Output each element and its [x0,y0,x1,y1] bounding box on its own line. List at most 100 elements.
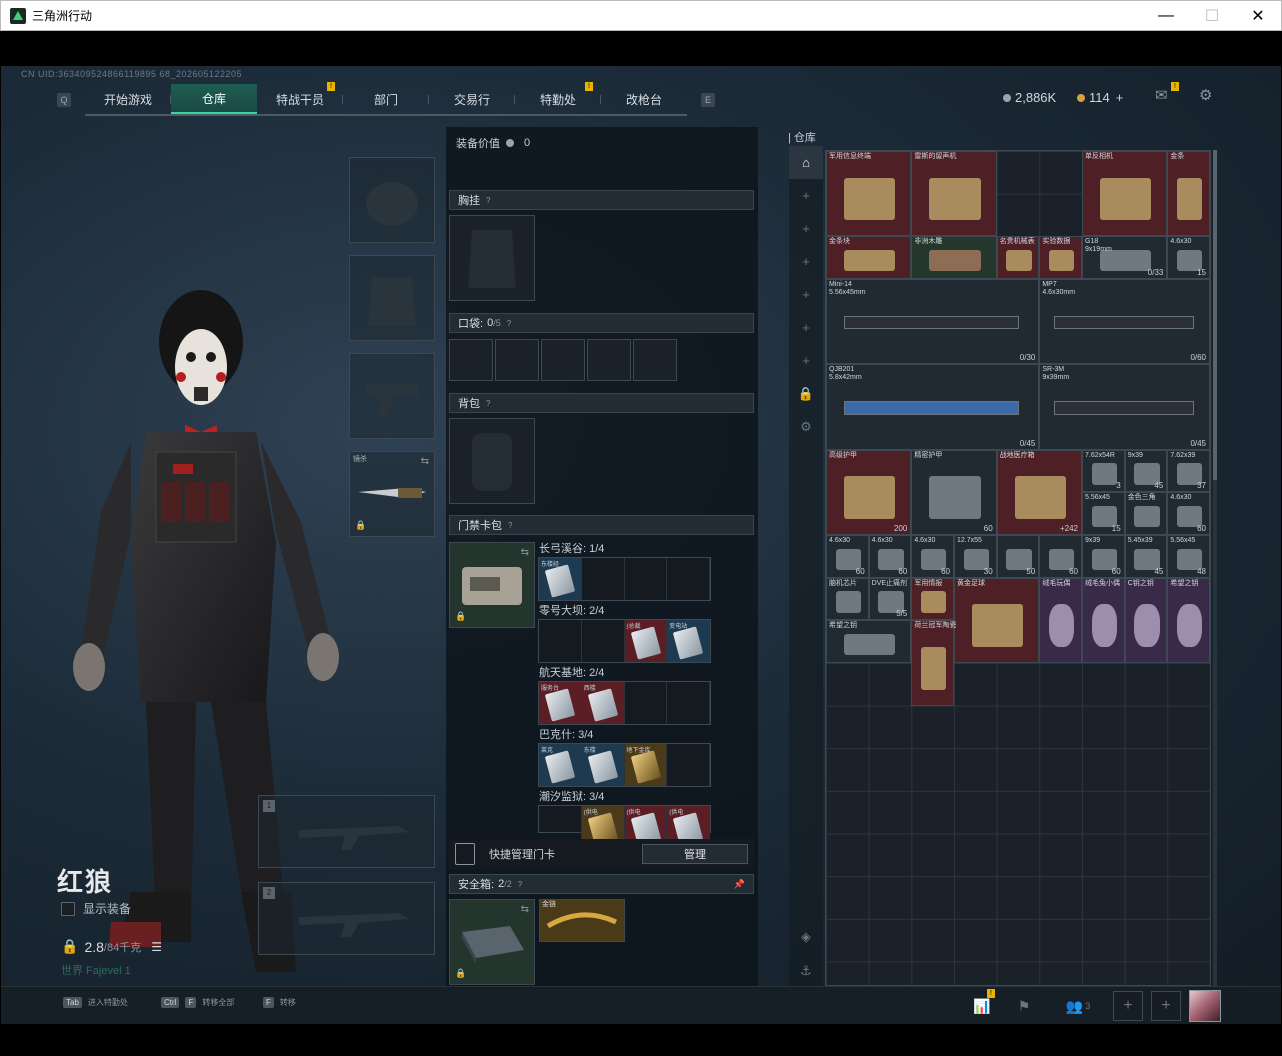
manage-button[interactable]: 管理 [642,844,748,864]
weight-details-icon[interactable]: ☰ [151,940,162,954]
warehouse-item[interactable]: 希望之钥 [826,620,912,664]
nav-tab-4[interactable]: 交易行 [429,84,515,114]
warehouse-item[interactable]: 高级护甲 200 [826,449,912,536]
pocket-slot[interactable] [587,339,631,381]
hint-transfer[interactable]: F 转移 [263,997,296,1008]
invite-slot-button[interactable]: + [1151,991,1181,1021]
show-equipment-checkbox[interactable] [61,901,75,916]
warehouse-item[interactable]: 50 [996,535,1040,578]
lock-icon[interactable]: 🔒 [789,377,823,410]
warehouse-item[interactable]: 9x39 60 [1082,535,1125,578]
chart-icon[interactable]: 📊! [971,989,995,1017]
maximize-button[interactable]: ☐ [1189,1,1235,31]
melee-swap-icon[interactable]: ⇆ [421,456,429,467]
sort-icon[interactable]: ⚓ [789,954,823,987]
warehouse-item[interactable]: 5.45x39 45 [1124,535,1168,578]
pistol-slot[interactable] [349,353,435,439]
squad-icon[interactable]: 👥 3 [1061,995,1095,1017]
keycard-cell[interactable]: 地下金库 [624,744,668,786]
backpack-help-icon[interactable]: ? [486,399,490,408]
warehouse-scrollbar[interactable] [1213,150,1217,986]
warehouse-item[interactable]: 5.56x45 48 [1167,535,1211,578]
keycard-cell[interactable] [667,682,710,724]
warehouse-item[interactable]: 4.6x30 60 [826,535,869,578]
warehouse-item[interactable]: 绒毛兔小偶 [1082,577,1125,664]
backpack-slot[interactable] [449,418,535,504]
keycard-swap-icon[interactable]: ⇆ [521,547,529,558]
close-button[interactable]: ✕ [1235,1,1281,31]
nav-tab-1[interactable]: 仓库 [171,84,257,114]
add-storage-button[interactable]: + [789,311,823,344]
warehouse-item[interactable]: 金条块 [826,236,912,279]
keycard-cell[interactable] [582,620,625,662]
warehouse-item[interactable]: 荷兰冠军陶瓷 [911,620,956,706]
warehouse-item[interactable]: 黄金足球 [954,577,1040,664]
keycard-cell[interactable]: 东楼经 [539,558,582,600]
warehouse-item[interactable]: Mini-14 5.56x45mm 0/30 [826,279,1040,365]
warehouse-item[interactable]: 60 [1039,535,1082,578]
warehouse-item[interactable]: 4.6x30 15 [1167,236,1211,279]
silver-currency[interactable]: 2,886K [1003,90,1056,105]
warehouse-item[interactable]: 脑机芯片 [826,577,869,621]
warehouse-item[interactable]: 非洲木雕 [911,236,997,279]
chest-rig-help-icon[interactable]: ? [486,196,490,205]
warehouse-item[interactable]: 金色三角 [1124,492,1168,536]
warehouse-item[interactable]: 军用情报 [911,577,954,621]
settings-gear-icon[interactable]: ⚙ [1199,88,1217,104]
nav-prev-key[interactable]: Q [57,93,71,107]
nav-tab-6[interactable]: 改枪台 [601,84,687,114]
nav-tab-3[interactable]: 部门 [343,84,429,114]
show-equipment-toggle[interactable]: 显示装备 [61,900,131,917]
add-storage-button[interactable]: + [789,344,823,377]
warehouse-item[interactable]: 名贵机械表 [996,236,1040,279]
keycard-cell[interactable]: 服务台 [539,682,582,724]
warehouse-item[interactable]: 实验数据 [1039,236,1082,279]
warehouse-home-tab[interactable]: ⌂ [789,146,823,179]
keycard-cell[interactable] [625,558,668,600]
warehouse-settings-icon[interactable]: ⚙ [789,410,823,443]
warehouse-item[interactable]: 4.6x30 60 [868,535,912,578]
warehouse-item[interactable]: 12.7x55 30 [954,535,997,578]
keycard-cell[interactable]: 西楼 [581,682,625,724]
warehouse-item[interactable]: 战地医疗箱 +242 [996,449,1082,536]
safe-box-help-icon[interactable]: ? [518,880,522,889]
warehouse-item[interactable]: 7.62x54R 3 [1082,449,1125,493]
layers-icon[interactable]: ◈ [789,920,823,953]
mail-icon[interactable]: ✉! [1155,82,1179,104]
keycard-help-icon[interactable]: ? [508,521,512,530]
pocket-help-icon[interactable]: ? [507,319,511,328]
keycard-cell[interactable] [625,682,668,724]
flag-icon[interactable]: ⚑ [1013,995,1035,1017]
warehouse-item[interactable]: 军用信息终端 [826,151,912,237]
add-storage-button[interactable]: + [789,179,823,212]
player-avatar[interactable] [1189,990,1221,1022]
armor-slot[interactable] [349,255,435,341]
keycard-cell[interactable]: 东楼 [581,744,625,786]
keycard-bag-slot[interactable]: ⇆ 🔒 [449,542,535,628]
warehouse-item[interactable]: DVE止痛剂 5/5 [868,577,912,621]
warehouse-item[interactable]: SR-3M 9x39mm 0/45 [1039,364,1211,450]
keycard-cell[interactable] [667,558,710,600]
melee-slot[interactable]: 镜杀 ⇆ 🔒 [349,451,435,537]
safe-box-slot[interactable]: ⇆ 🔒 [449,899,535,985]
keycard-cell[interactable]: 莱克 [539,744,582,786]
warehouse-item[interactable]: G18 9x19mm 0/33 [1082,236,1168,279]
keycard-cell[interactable] [582,558,625,600]
warehouse-item[interactable]: 单反相机 [1082,151,1168,237]
keycard-cell[interactable] [539,620,582,662]
nav-tab-0[interactable]: 开始游戏 [85,84,171,114]
warehouse-item[interactable]: 金条 [1167,151,1211,237]
pocket-slot[interactable] [495,339,539,381]
warehouse-item[interactable]: MP7 4.6x30mm 0/60 [1039,279,1211,365]
gold-currency[interactable]: 114 + [1077,90,1123,105]
gold-add-button[interactable]: + [1116,90,1124,105]
warehouse-item[interactable]: 5.56x45 15 [1082,492,1125,536]
warehouse-item[interactable]: 精密护甲 60 [911,449,997,536]
safe-box-item[interactable]: 金链 [539,899,625,942]
invite-slot-button[interactable]: + [1113,991,1143,1021]
hint-tab[interactable]: Tab 进入特勤处 [63,997,128,1008]
add-storage-button[interactable]: + [789,212,823,245]
nav-tab-5[interactable]: 特勤处! [515,82,601,114]
pocket-slot[interactable] [541,339,585,381]
warehouse-item[interactable]: 绒毛玩偶 [1039,577,1082,664]
